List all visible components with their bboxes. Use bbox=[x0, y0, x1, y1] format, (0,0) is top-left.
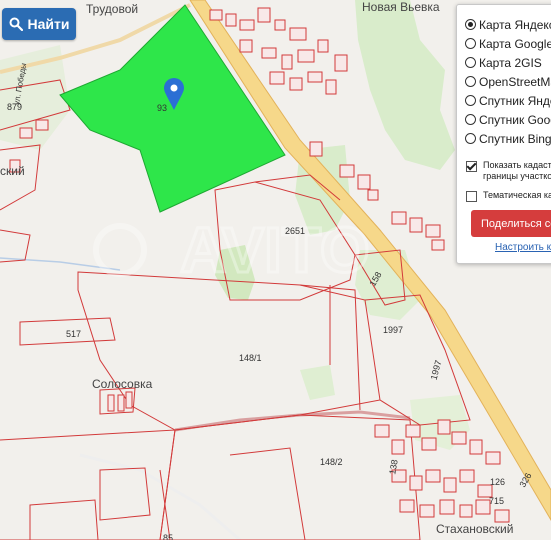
layer-option-openstreetmap[interactable]: OpenStreetMap bbox=[457, 72, 551, 91]
cadastre-label-line1: Показать кадастровые bbox=[483, 160, 551, 170]
parcel-label: 85 bbox=[163, 533, 174, 540]
parcel-label: 1997 bbox=[383, 325, 404, 335]
parcel-label: 2651 bbox=[285, 226, 306, 236]
layer-option-label: Карта Google bbox=[479, 36, 551, 51]
place-label-skiy: ский bbox=[0, 164, 25, 178]
parcel-label: 879 bbox=[7, 102, 23, 112]
place-label-novaya-vyevka: Новая Вьевка bbox=[362, 0, 440, 14]
parcel-label: 715 bbox=[489, 496, 505, 506]
place-label-trudovoy: Трудовой bbox=[86, 2, 139, 16]
layer-option-yandex-satellite[interactable]: Спутник Яндекс bbox=[457, 91, 551, 110]
share-button-label: Поделиться ссылкой bbox=[481, 217, 551, 230]
find-button-label: Найти bbox=[27, 16, 70, 32]
layer-option-google-map[interactable]: Карта Google bbox=[457, 34, 551, 53]
thematic-map-toggle[interactable]: Тематическая карта bbox=[457, 190, 551, 202]
svg-text:AVITO: AVITO bbox=[180, 214, 370, 286]
parcel-label: 148/2 bbox=[320, 457, 343, 467]
radio-icon[interactable] bbox=[465, 133, 476, 144]
search-icon bbox=[9, 17, 23, 31]
parcel-label: 126 bbox=[490, 477, 506, 487]
find-button[interactable]: Найти bbox=[2, 8, 76, 40]
layer-option-label: Спутник Яндекс bbox=[479, 93, 551, 108]
layer-option-label: Карта 2GIS bbox=[479, 55, 542, 70]
place-label-solosovka: Солосовка bbox=[92, 377, 153, 391]
map-view[interactable]: AVITO Трудовой Новая Вьевка Солосовка Ст… bbox=[0, 0, 551, 540]
layer-option-google-satellite[interactable]: Спутник Google bbox=[457, 110, 551, 129]
cadastre-toggle[interactable]: Показать кадастровые границы участков bbox=[457, 160, 551, 182]
radio-icon[interactable] bbox=[465, 76, 476, 87]
cadastre-label-line2: границы участков bbox=[483, 171, 551, 181]
layer-option-yandex-map[interactable]: Карта Яндекс bbox=[457, 15, 551, 34]
layer-switcher-panel: Карта Яндекс Карта Google Карта 2GIS Ope… bbox=[456, 4, 551, 264]
layer-option-bing-satellite[interactable]: Спутник Bing bbox=[457, 129, 551, 148]
layer-option-label: Карта Яндекс bbox=[479, 17, 551, 32]
configure-map-link[interactable]: Настроить карту bbox=[495, 242, 551, 253]
radio-icon[interactable] bbox=[465, 114, 476, 125]
selected-parcel[interactable] bbox=[59, 4, 286, 213]
radio-icon[interactable] bbox=[465, 95, 476, 106]
checkbox-icon[interactable] bbox=[466, 191, 477, 202]
parcel-label: 93 bbox=[157, 103, 168, 113]
parcel-label: 517 bbox=[66, 329, 82, 339]
share-link-button[interactable]: Поделиться ссылкой bbox=[471, 210, 551, 237]
place-label-stakhanovsky: Стахановский bbox=[436, 522, 514, 536]
radio-icon[interactable] bbox=[465, 38, 476, 49]
thematic-label: Тематическая карта bbox=[483, 190, 551, 200]
parcel-label: 148/1 bbox=[239, 353, 262, 363]
layer-option-label: Спутник Bing bbox=[479, 131, 551, 146]
layer-option-label: Спутник Google bbox=[479, 112, 551, 127]
layer-option-2gis-map[interactable]: Карта 2GIS bbox=[457, 53, 551, 72]
layer-option-label: OpenStreetMap bbox=[479, 74, 551, 89]
checkbox-checked-icon[interactable] bbox=[466, 161, 477, 172]
radio-selected-icon[interactable] bbox=[465, 19, 476, 30]
radio-icon[interactable] bbox=[465, 57, 476, 68]
